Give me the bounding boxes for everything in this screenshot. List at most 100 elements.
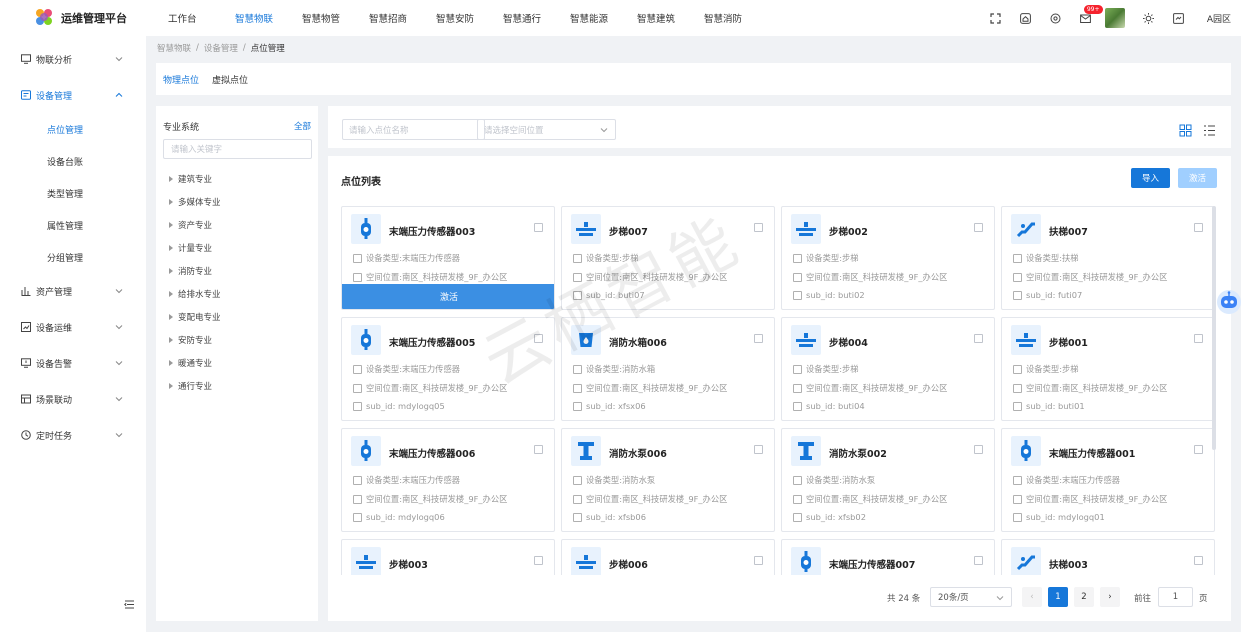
select-checkbox[interactable] — [974, 556, 983, 565]
point-name-input[interactable]: 请输入点位名称 — [342, 119, 485, 140]
sidebar-item-scheduled-task[interactable]: 定时任务 — [0, 417, 146, 453]
menu-collapse-icon[interactable] — [124, 599, 135, 610]
area-selector[interactable]: A园区 — [1207, 12, 1231, 25]
topnav-investment[interactable]: 智慧招商 — [367, 11, 434, 25]
point-list-panel: 请输入点位名称 请选择空间位置 点位列表 导入 激活 末端压力传感器003 设备类… — [328, 106, 1231, 621]
sidebar-sub-group-management[interactable]: 分组管理 — [0, 241, 146, 273]
select-checkbox[interactable] — [1194, 556, 1203, 565]
point-card[interactable]: 末端压力传感器003 设备类型: 末端压力传感器 空间位置: 南区_科技研发楼_9F… — [341, 206, 555, 310]
settings-icon[interactable] — [1049, 12, 1062, 25]
sensor-icon — [351, 325, 381, 355]
theme-icon[interactable] — [1142, 12, 1155, 25]
topnav-energy[interactable]: 智慧能源 — [568, 11, 635, 25]
point-card[interactable]: 末端压力传感器001 设备类型: 末端压力传感器 空间位置: 南区_科技研发楼_9F… — [1001, 428, 1215, 532]
export-icon[interactable] — [1172, 12, 1185, 25]
sidebar-sub-point-management[interactable]: 点位管理 — [0, 113, 146, 145]
topnav-access[interactable]: 智慧通行 — [501, 11, 568, 25]
topnav-property[interactable]: 智慧物管 — [300, 11, 367, 25]
scrollbar[interactable] — [1212, 206, 1216, 450]
page-button[interactable]: 1 — [1048, 587, 1068, 607]
select-checkbox[interactable] — [754, 445, 763, 454]
select-checkbox[interactable] — [974, 334, 983, 343]
point-card[interactable]: 消防水泵002 设备类型: 消防水泵 空间位置: 南区_科技研发楼_9F_办公区 su… — [781, 428, 995, 532]
device-type-value: 末端压力传感器 — [1061, 475, 1121, 485]
point-card[interactable]: 消防水箱006 设备类型: 消防水箱 空间位置: 南区_科技研发楼_9F_办公区 su… — [561, 317, 775, 421]
page-size-select[interactable]: 20条/页 — [930, 587, 1012, 607]
tree-node[interactable]: 资产专业 — [163, 213, 311, 236]
space-location-select[interactable]: 请选择空间位置 — [477, 119, 616, 140]
point-card[interactable]: 步梯001 设备类型: 步梯 空间位置: 南区_科技研发楼_9F_办公区 sub_id… — [1001, 317, 1215, 421]
topnav-security[interactable]: 智慧安防 — [434, 11, 501, 25]
breadcrumb-item[interactable]: 设备管理 — [204, 42, 238, 54]
tree-node[interactable]: 给排水专业 — [163, 282, 311, 305]
topnav-iot[interactable]: 智慧物联 — [233, 11, 300, 25]
mail-icon[interactable]: 99+ — [1079, 4, 1103, 25]
sidebar-item-scene-linkage[interactable]: 场景联动 — [0, 381, 146, 417]
select-checkbox[interactable] — [754, 223, 763, 232]
avatar[interactable] — [1104, 8, 1125, 28]
tree-node[interactable]: 消防专业 — [163, 259, 311, 282]
select-checkbox[interactable] — [534, 223, 543, 232]
tab-virtual-points[interactable]: 虚拟点位 — [212, 73, 248, 86]
select-checkbox[interactable] — [1194, 223, 1203, 232]
point-card[interactable]: 末端压力传感器005 设备类型: 末端压力传感器 空间位置: 南区_科技研发楼_9F… — [341, 317, 555, 421]
tree-node[interactable]: 建筑专业 — [163, 167, 311, 190]
point-name: 末端压力传感器006 — [389, 449, 476, 460]
sidebar-item-device-maintenance[interactable]: 设备运维 — [0, 309, 146, 345]
show-all-link[interactable]: 全部 — [294, 120, 311, 133]
point-card[interactable]: 步梯007 设备类型: 步梯 空间位置: 南区_科技研发楼_9F_办公区 sub_id… — [561, 206, 775, 310]
point-card[interactable]: 步梯006设备类型: 步梯空间位置: — [561, 539, 775, 575]
sidebar-sub-type-management[interactable]: 类型管理 — [0, 177, 146, 209]
sidebar-sub-attribute-management[interactable]: 属性管理 — [0, 209, 146, 241]
tree-node[interactable]: 安防专业 — [163, 328, 311, 351]
select-checkbox[interactable] — [754, 556, 763, 565]
point-card[interactable]: 扶梯007 设备类型: 扶梯 空间位置: 南区_科技研发楼_9F_办公区 sub_id… — [1001, 206, 1215, 310]
tree-node[interactable]: 变配电专业 — [163, 305, 311, 328]
point-card[interactable]: 步梯004 设备类型: 步梯 空间位置: 南区_科技研发楼_9F_办公区 sub_id… — [781, 317, 995, 421]
fullscreen-icon[interactable] — [989, 12, 1002, 25]
topnav-fire[interactable]: 智慧消防 — [702, 11, 769, 25]
home-icon[interactable] — [1019, 12, 1032, 25]
sidebar-item-device-alarm[interactable]: 设备告警 — [0, 345, 146, 381]
sidebar-item-device-management[interactable]: 设备管理 — [0, 77, 146, 113]
select-checkbox[interactable] — [754, 334, 763, 343]
sidebar-sub-device-ledger[interactable]: 设备台账 — [0, 145, 146, 177]
tab-physical-points[interactable]: 物理点位 — [163, 73, 199, 86]
assistant-robot-icon[interactable] — [1213, 289, 1241, 315]
tree-node[interactable]: 多媒体专业 — [163, 190, 311, 213]
tree-node[interactable]: 通行专业 — [163, 374, 311, 397]
point-name: 步梯006 — [609, 560, 648, 571]
breadcrumb-item[interactable]: 智慧物联 — [157, 42, 191, 54]
select-checkbox[interactable] — [1194, 334, 1203, 343]
point-card[interactable]: 步梯003设备类型: 步梯空间位置: — [341, 539, 555, 575]
list-view-icon[interactable] — [1203, 124, 1216, 137]
tree-node[interactable]: 计量专业 — [163, 236, 311, 259]
space-location-label: 空间位置: — [586, 272, 622, 282]
select-checkbox[interactable] — [534, 445, 543, 454]
import-button[interactable]: 导入 — [1131, 168, 1170, 188]
next-page-button[interactable]: › — [1100, 587, 1120, 607]
select-checkbox[interactable] — [974, 445, 983, 454]
grid-view-icon[interactable] — [1179, 124, 1192, 137]
tree-node[interactable]: 暖通专业 — [163, 351, 311, 374]
topnav-workbench[interactable]: 工作台 — [166, 11, 233, 25]
point-card[interactable]: 扶梯003设备类型: 扶梯空间位置: — [1001, 539, 1215, 575]
activate-button[interactable]: 激活 — [1178, 168, 1217, 188]
sidebar-item-iot-analysis[interactable]: 物联分析 — [0, 41, 146, 77]
select-checkbox[interactable] — [1194, 445, 1203, 454]
page-jump-input[interactable]: 1 — [1158, 587, 1193, 607]
select-checkbox[interactable] — [974, 223, 983, 232]
point-card[interactable]: 消防水泵006 设备类型: 消防水泵 空间位置: 南区_科技研发楼_9F_办公区 su… — [561, 428, 775, 532]
sidebar-item-asset-management[interactable]: 资产管理 — [0, 273, 146, 309]
topnav-building[interactable]: 智慧建筑 — [635, 11, 702, 25]
prev-page-button[interactable]: ‹ — [1022, 587, 1042, 607]
point-card[interactable]: 步梯002 设备类型: 步梯 空间位置: 南区_科技研发楼_9F_办公区 sub_id… — [781, 206, 995, 310]
card-activate-button[interactable]: 激活 — [342, 284, 554, 309]
select-checkbox[interactable] — [534, 334, 543, 343]
app-logo[interactable]: 运维管理平台 — [0, 9, 156, 27]
point-card[interactable]: 末端压力传感器007设备类型: 末端压力传感器空间位置: — [781, 539, 995, 575]
select-checkbox[interactable] — [534, 556, 543, 565]
point-card[interactable]: 末端压力传感器006 设备类型: 末端压力传感器 空间位置: 南区_科技研发楼_9F… — [341, 428, 555, 532]
keyword-search-input[interactable]: 请输入关键字 — [163, 139, 312, 159]
page-button[interactable]: 2 — [1074, 587, 1094, 607]
